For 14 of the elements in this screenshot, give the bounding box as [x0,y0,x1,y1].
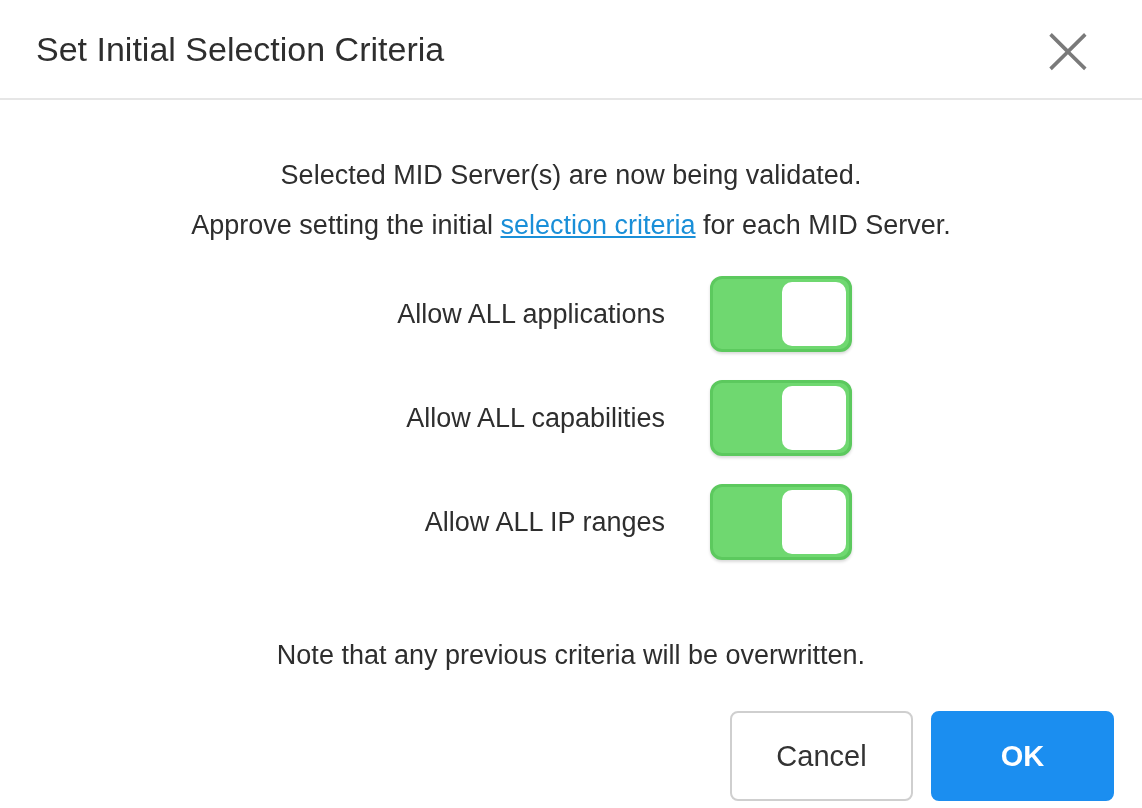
note-text: Note that any previous criteria will be overwritten. [275,640,867,671]
toggle-switch[interactable] [710,276,852,352]
message-text: Approve setting the initial selection criteria for each MID Server. [190,209,952,242]
toggle-label: Allow ALL applications [396,298,665,330]
toggle-switch[interactable] [710,484,852,560]
cancel-button[interactable]: Cancel [730,711,913,801]
dialog-title: Set Initial Selection Criteria [36,29,445,69]
message-text: Selected MID Server(s) are now being validated. [279,159,863,192]
toggle-label: Allow ALL capabilities [405,402,665,434]
selection-criteria-link[interactable]: selection criteria [500,210,696,240]
toggle-label: Allow ALL IP ranges [423,506,665,538]
close-button[interactable]: × [1029,13,1106,85]
ok-button[interactable]: OK [931,711,1114,801]
toggle-switch[interactable] [710,380,852,456]
